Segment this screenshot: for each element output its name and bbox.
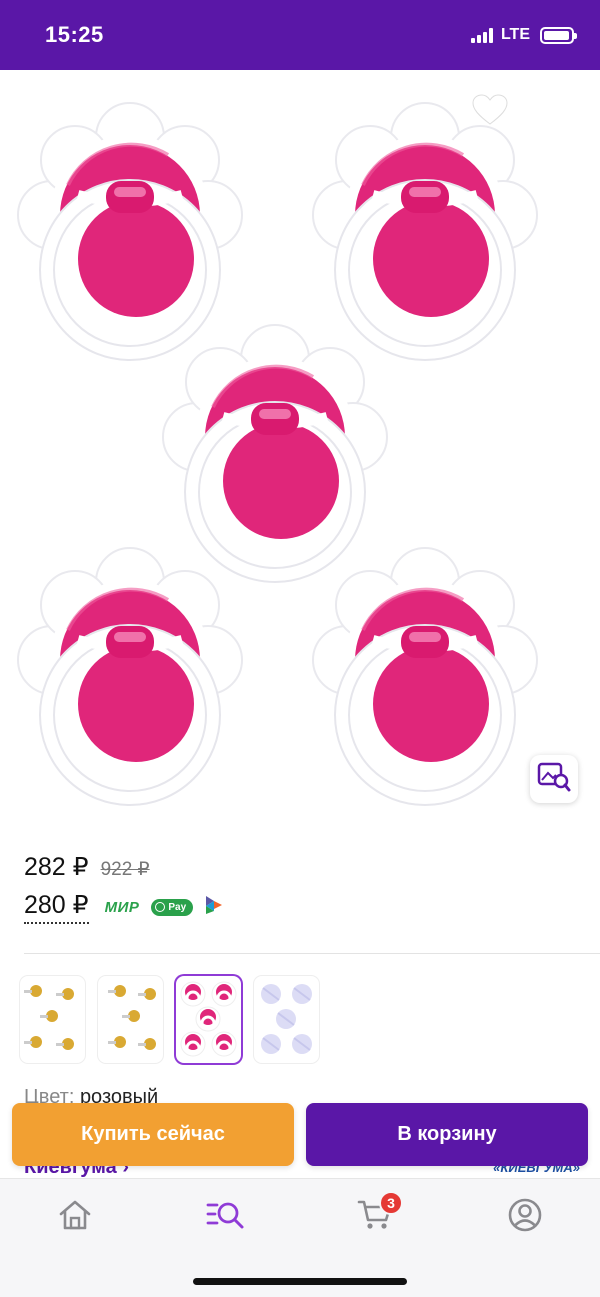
- thumbnail-image: [261, 984, 312, 1054]
- status-bar: 15:25 LTE: [0, 0, 600, 70]
- battery-level: [544, 30, 569, 40]
- card-price[interactable]: 280 ₽: [24, 890, 89, 924]
- image-search-icon: [537, 762, 571, 797]
- tab-home[interactable]: [45, 1195, 105, 1239]
- thumbnail-1[interactable]: [20, 976, 85, 1063]
- network-type: LTE: [500, 26, 530, 43]
- price-row: 282 ₽ 922 ₽: [24, 852, 584, 888]
- share-button[interactable]: [542, 90, 586, 134]
- product-image: [0, 70, 600, 825]
- chevron-left-icon: [23, 95, 49, 134]
- card-price-row[interactable]: 280 ₽ МИР Pay: [24, 890, 584, 924]
- profile-icon: [508, 1198, 542, 1237]
- home-icon: [58, 1199, 92, 1236]
- thumbnail-3-selected[interactable]: [176, 976, 241, 1063]
- buy-now-button[interactable]: Купить сейчас: [12, 1103, 294, 1166]
- price-block: 282 ₽ 922 ₽ 280 ₽ МИР Pay: [24, 852, 584, 924]
- thumbnail-image: [24, 985, 74, 1050]
- tab-profile[interactable]: [495, 1195, 555, 1239]
- search-list-icon: [205, 1199, 245, 1236]
- battery-icon: [540, 26, 577, 44]
- mir-logo: МИР: [104, 898, 140, 916]
- thumbnail-image: [108, 985, 156, 1050]
- tab-catalog-search[interactable]: [195, 1195, 255, 1239]
- thumbnail-2[interactable]: [98, 976, 163, 1063]
- old-price: 922 ₽: [100, 859, 150, 880]
- favorite-button[interactable]: [468, 90, 512, 134]
- thumbnail-strip: [20, 976, 319, 1063]
- product-gallery[interactable]: [0, 70, 600, 825]
- thumbnail-4[interactable]: [254, 976, 319, 1063]
- share-icon: [549, 92, 579, 133]
- divider: [24, 953, 600, 954]
- thumbnail-image: [180, 981, 237, 1057]
- sbp-pay-label: Pay: [168, 901, 187, 913]
- heart-icon: [472, 93, 508, 131]
- home-indicator: [193, 1278, 407, 1285]
- status-time: 15:25: [45, 22, 104, 47]
- tab-cart[interactable]: 3: [345, 1191, 405, 1239]
- check-circle-icon: [155, 902, 166, 912]
- image-search-button[interactable]: [530, 755, 578, 803]
- current-price: 282 ₽: [24, 853, 89, 881]
- add-to-cart-button[interactable]: В корзину: [306, 1103, 588, 1166]
- sbp-pay-badge: Pay: [151, 898, 194, 916]
- sbp-logo-icon: [205, 895, 223, 920]
- status-indicators: LTE: [470, 26, 577, 44]
- cart-badge: 3: [379, 1191, 403, 1215]
- back-button[interactable]: [14, 92, 58, 136]
- signal-icon: [470, 27, 493, 43]
